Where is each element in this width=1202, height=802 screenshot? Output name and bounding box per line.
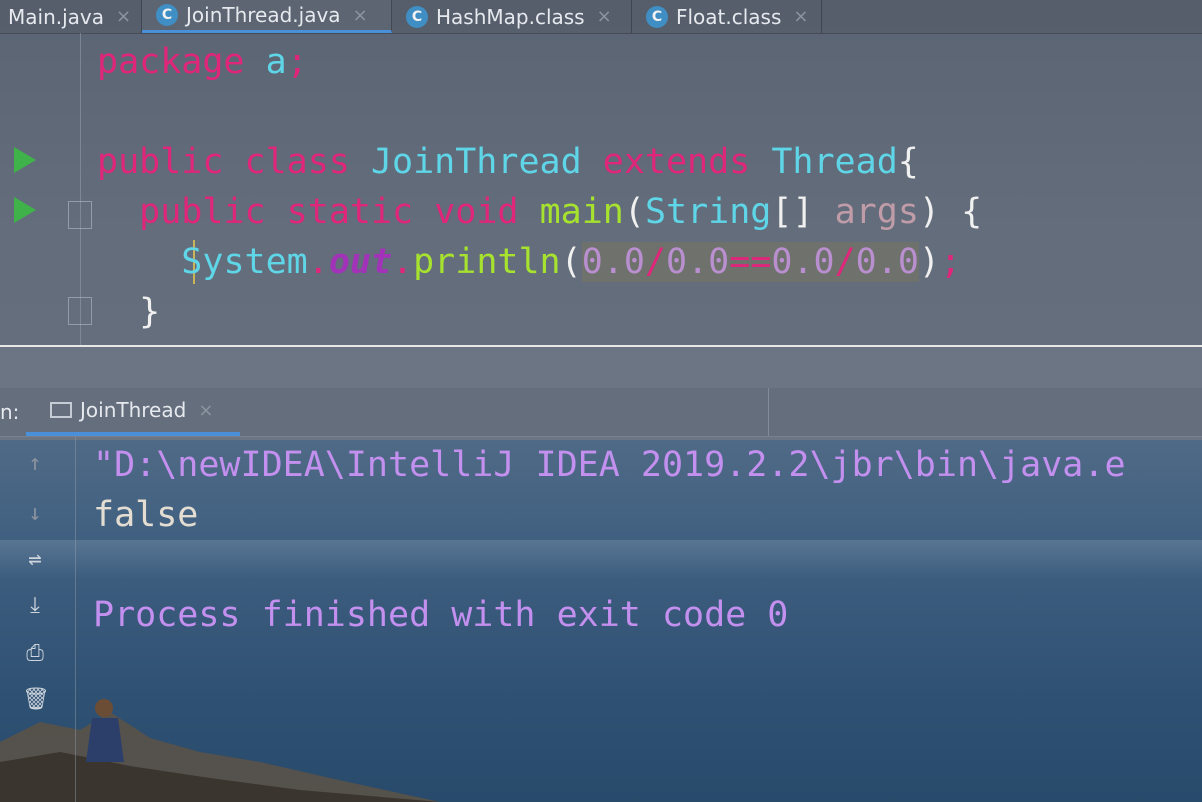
console-output-line: false: [93, 495, 199, 535]
trash-icon[interactable]: 🗑: [22, 687, 50, 713]
editor-divider: [0, 345, 1202, 347]
close-icon[interactable]: ×: [597, 6, 612, 27]
close-icon[interactable]: ×: [793, 6, 808, 27]
tab-main-java[interactable]: Main.java ×: [0, 0, 142, 33]
tab-label: Float.class: [676, 4, 782, 29]
console-icon: [50, 402, 72, 418]
editor-tab-bar: Main.java × C JoinThread.java × C HashMa…: [0, 0, 1202, 34]
console-toolbar: ↑ ↓ ⇌ ⤓ ⎙ 🗑: [0, 437, 76, 802]
tab-jointhread-java[interactable]: C JoinThread.java ×: [142, 0, 392, 33]
class-icon: C: [406, 5, 428, 28]
tab-hashmap-class[interactable]: C HashMap.class ×: [392, 0, 632, 33]
run-console[interactable]: ↑ ↓ ⇌ ⤓ ⎙ 🗑 "D:\newIDEA\IntelliJ IDEA 20…: [0, 437, 1202, 802]
run-panel-header: n: JoinThread ×: [0, 388, 1202, 437]
soft-wrap-icon[interactable]: ⇌: [22, 547, 48, 573]
console-command-line: "D:\newIDEA\IntelliJ IDEA 2019.2.2\jbr\b…: [93, 445, 1126, 485]
run-tab-jointhread[interactable]: JoinThread ×: [26, 388, 240, 436]
tab-float-class[interactable]: C Float.class ×: [632, 0, 822, 33]
close-icon[interactable]: ×: [353, 5, 368, 26]
close-icon[interactable]: ×: [198, 400, 213, 421]
code-editor[interactable]: package a; public class JoinThread exten…: [0, 33, 1202, 345]
code-line-class-decl: public class JoinThread extends Thread{: [97, 142, 919, 182]
code-line-package: package a;: [97, 42, 308, 82]
close-icon[interactable]: ×: [116, 6, 131, 27]
tab-label: HashMap.class: [436, 4, 585, 29]
scroll-to-end-icon[interactable]: ⤓: [22, 593, 48, 619]
class-icon: C: [646, 5, 668, 28]
header-divider: [768, 388, 769, 436]
code-line-close-brace: }: [139, 292, 161, 332]
run-panel-label: n:: [0, 400, 20, 424]
tab-label: Main.java: [8, 4, 105, 29]
code-line-println: System.out.println(0.0/0.0==0.0/0.0);: [181, 242, 962, 282]
tab-label: JoinThread.java: [186, 3, 341, 27]
run-tab-label: JoinThread: [80, 398, 187, 422]
code-line-main-decl: public static void main(String[] args) {: [139, 192, 983, 232]
run-class-icon[interactable]: [14, 147, 36, 173]
class-icon: C: [156, 4, 178, 26]
fold-start-icon[interactable]: [68, 201, 92, 229]
run-main-icon[interactable]: [14, 197, 36, 223]
arrow-down-icon[interactable]: ↓: [22, 501, 48, 527]
fold-end-icon[interactable]: [68, 297, 92, 325]
console-process-finished: Process finished with exit code 0: [93, 595, 789, 635]
arrow-up-icon[interactable]: ↑: [22, 451, 48, 477]
print-icon[interactable]: ⎙: [22, 641, 48, 667]
